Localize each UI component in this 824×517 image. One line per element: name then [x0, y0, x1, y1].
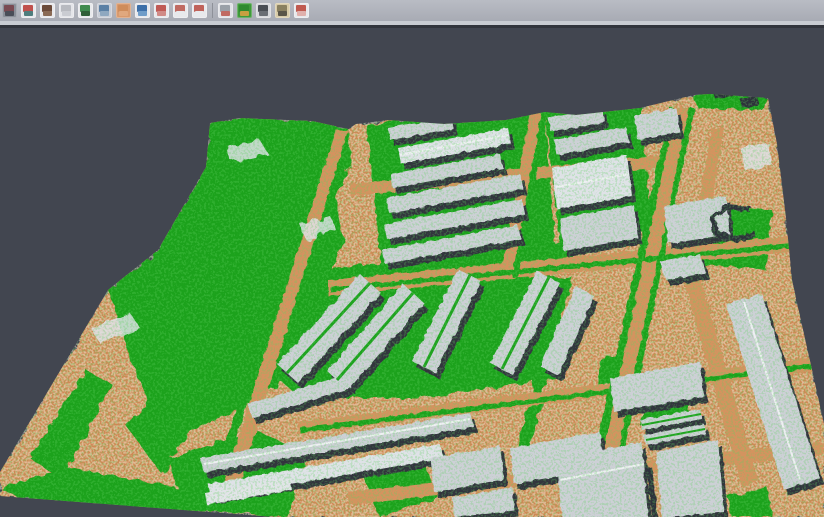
toolbar-separator [212, 3, 213, 18]
3d-viewport[interactable] [0, 28, 824, 517]
terrain-icon[interactable] [40, 3, 55, 18]
app-window [0, 0, 824, 517]
open-file-icon-glyph2 [5, 11, 14, 16]
selection-box-icon-glyph2 [195, 11, 204, 16]
ground-class-icon[interactable] [116, 3, 131, 18]
vegetation-class-icon[interactable] [78, 3, 93, 18]
open-file-icon[interactable] [2, 3, 17, 18]
vegetation-speckle [0, 28, 824, 517]
classification-colors-icon[interactable] [237, 3, 252, 18]
pick-points-icon[interactable] [21, 3, 36, 18]
settings-ring-icon-glyph2 [176, 11, 185, 16]
cloud-root [0, 28, 824, 517]
selection-box-icon[interactable] [192, 3, 207, 18]
globe-icon-glyph2 [138, 11, 147, 16]
delete-marks-icon-glyph2 [278, 11, 287, 16]
classification-colors-icon-glyph2 [240, 11, 249, 16]
layer-list-icon-glyph2 [157, 11, 166, 16]
terrain-icon-glyph2 [43, 11, 52, 16]
profile-view-icon[interactable] [97, 3, 112, 18]
toolbar [0, 0, 824, 21]
point-cloud-scene[interactable] [0, 28, 824, 517]
measure-lines-icon[interactable] [294, 3, 309, 18]
vegetation-class-icon-glyph2 [81, 11, 90, 16]
globe-icon[interactable] [135, 3, 150, 18]
camera-icon-glyph2 [259, 11, 268, 16]
sparse-points-icon-glyph2 [62, 11, 71, 16]
profile-view-icon-glyph2 [100, 11, 109, 16]
layer-list-icon[interactable] [154, 3, 169, 18]
sparse-points-icon[interactable] [59, 3, 74, 18]
measure-lines-icon-glyph2 [297, 11, 306, 16]
camera-icon[interactable] [256, 3, 271, 18]
ground-class-icon-glyph2 [119, 11, 128, 16]
delete-marks-icon[interactable] [275, 3, 290, 18]
pick-points-icon-glyph2 [24, 11, 33, 16]
crop-sphere-icon-glyph2 [221, 11, 230, 16]
settings-ring-icon[interactable] [173, 3, 188, 18]
crop-sphere-icon[interactable] [218, 3, 233, 18]
